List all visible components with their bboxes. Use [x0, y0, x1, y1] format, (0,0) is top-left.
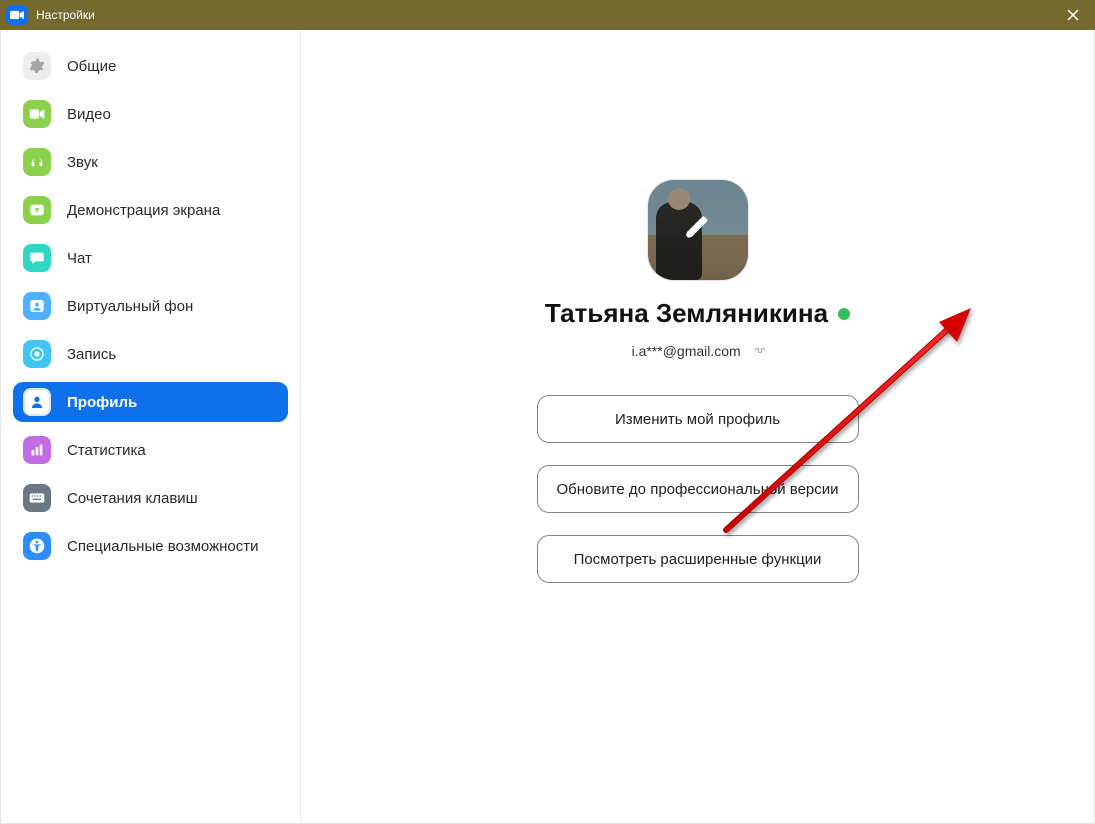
sidebar-item-label: Специальные возможности	[67, 538, 259, 555]
display-name: Татьяна Земляникина	[545, 298, 828, 329]
upgrade-button[interactable]: Обновите до профессиональной версии	[537, 465, 859, 513]
sidebar-item-label: Статистика	[67, 442, 146, 459]
sidebar-item-label: Виртуальный фон	[67, 298, 193, 315]
sidebar-item-label: Общие	[67, 58, 116, 75]
sidebar-item-stats[interactable]: Статистика	[13, 430, 288, 470]
sidebar-item-chat[interactable]: Чат	[13, 238, 288, 278]
advanced-features-button[interactable]: Посмотреть расширенные функции	[537, 535, 859, 583]
sidebar-item-general[interactable]: Общие	[13, 46, 288, 86]
window-title: Настройки	[36, 8, 95, 22]
sidebar-item-accessibility[interactable]: Специальные возможности	[13, 526, 288, 566]
sidebar-item-label: Демонстрация экрана	[67, 202, 220, 219]
sidebar-item-audio[interactable]: Звук	[13, 142, 288, 182]
virtualbg-icon	[23, 292, 51, 320]
sidebar-item-video[interactable]: Видео	[13, 94, 288, 134]
chat-icon	[23, 244, 51, 272]
sidebar-item-record[interactable]: Запись	[13, 334, 288, 374]
button-label: Посмотреть расширенные функции	[574, 551, 822, 568]
accessibility-icon	[23, 532, 51, 560]
record-icon	[23, 340, 51, 368]
close-button[interactable]	[1051, 0, 1095, 30]
email-text: i.a***@gmail.com	[632, 343, 741, 359]
status-online-icon	[838, 308, 850, 320]
pencil-icon	[685, 215, 711, 246]
sidebar-item-label: Сочетания клавиш	[67, 490, 198, 507]
avatar-edit-button[interactable]	[648, 180, 748, 280]
sidebar-item-shortcuts[interactable]: Сочетания клавиш	[13, 478, 288, 518]
sidebar-item-label: Видео	[67, 106, 111, 123]
reveal-email-icon[interactable]: ᵔᵕᵔ	[755, 344, 764, 359]
sidebar-item-virtualbg[interactable]: Виртуальный фон	[13, 286, 288, 326]
titlebar: Настройки	[0, 0, 1095, 30]
gear-icon	[23, 52, 51, 80]
sidebar-item-label: Чат	[67, 250, 92, 267]
profile-panel: Татьяна Земляникина i.a***@gmail.com ᵔᵕᵔ…	[301, 30, 1094, 823]
sidebar: Общие Видео Звук Демонстрация экрана Чат…	[1, 30, 301, 823]
email-row: i.a***@gmail.com ᵔᵕᵔ	[632, 343, 764, 359]
button-label: Обновите до профессиональной версии	[556, 481, 838, 498]
sidebar-item-screenshare[interactable]: Демонстрация экрана	[13, 190, 288, 230]
sidebar-item-label: Звук	[67, 154, 98, 171]
display-name-row: Татьяна Земляникина	[545, 298, 850, 329]
edit-profile-button[interactable]: Изменить мой профиль	[537, 395, 859, 443]
settings-window: Настройки Общие Видео Звук Демонстрация …	[0, 0, 1095, 824]
sidebar-item-profile[interactable]: Профиль	[13, 382, 288, 422]
headphones-icon	[23, 148, 51, 176]
stats-icon	[23, 436, 51, 464]
app-logo-icon	[6, 5, 28, 25]
sidebar-item-label: Профиль	[67, 394, 137, 411]
keyboard-icon	[23, 484, 51, 512]
profile-icon	[23, 388, 51, 416]
sidebar-item-label: Запись	[67, 346, 116, 363]
button-label: Изменить мой профиль	[615, 411, 780, 428]
video-icon	[23, 100, 51, 128]
screenshare-icon	[23, 196, 51, 224]
